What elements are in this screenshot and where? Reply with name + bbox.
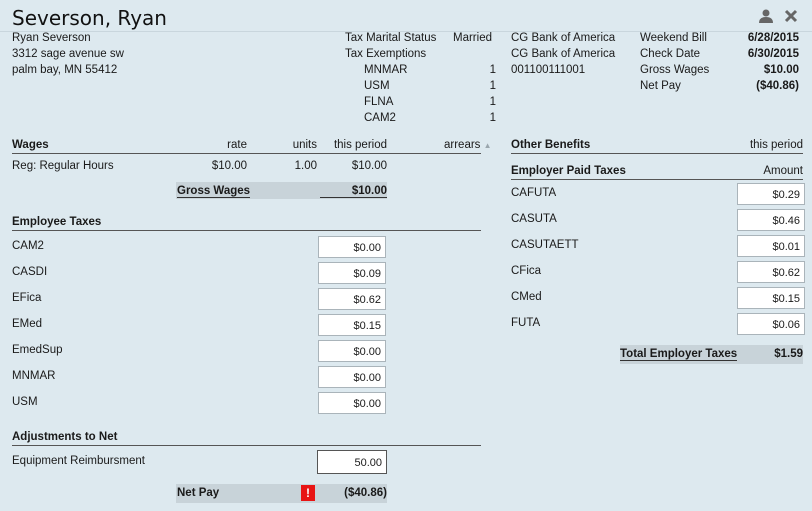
employer-tax-input[interactable]: $0.62 xyxy=(737,261,805,283)
employer-amount-header: Amount xyxy=(763,165,803,177)
other-benefits-title: Other Benefits xyxy=(511,139,591,151)
exemptions-label: Tax Exemptions xyxy=(345,48,427,60)
employee-tax-input[interactable]: $0.00 xyxy=(318,366,386,388)
marital-status-value: Married xyxy=(453,32,492,44)
exemption-value: 1 xyxy=(489,96,496,108)
exemption-value: 1 xyxy=(489,64,496,76)
employee-tax-input[interactable]: $0.00 xyxy=(318,340,386,362)
employee-tax-name: CASDI xyxy=(12,266,48,278)
other-benefits-divider xyxy=(511,153,803,154)
employer-taxes-divider xyxy=(511,179,803,180)
col-rate-header: rate xyxy=(227,139,247,151)
address-line-2: 3312 sage avenue sw xyxy=(12,48,124,60)
summary-value: ($40.86) xyxy=(756,80,799,92)
employee-tax-input[interactable]: $0.09 xyxy=(318,262,386,284)
exemption-name: MNMAR xyxy=(364,64,408,76)
employer-tax-name: CFica xyxy=(511,265,542,277)
address-line-1: Ryan Severson xyxy=(12,32,91,44)
employee-tax-name: MNMAR xyxy=(12,370,56,382)
employer-tax-input[interactable]: $0.29 xyxy=(737,183,805,205)
wage-row-units: 1.00 xyxy=(294,160,317,172)
header-icons xyxy=(758,9,798,23)
employee-tax-input[interactable]: $0.00 xyxy=(318,392,386,414)
marital-status-label: Tax Marital Status xyxy=(345,32,437,44)
employer-taxes-title: Employer Paid Taxes xyxy=(511,165,626,177)
exemption-value: 1 xyxy=(489,80,496,92)
employee-tax-name: CAM2 xyxy=(12,240,44,252)
summary-label: Net Pay xyxy=(640,80,681,92)
employee-tax-input[interactable]: $0.15 xyxy=(318,314,386,336)
exemption-name: FLNA xyxy=(364,96,394,108)
summary-label: Gross Wages xyxy=(640,64,710,76)
employer-tax-name: FUTA xyxy=(511,317,541,329)
employer-tax-name: CMed xyxy=(511,291,542,303)
other-benefits-period-header: this period xyxy=(749,139,803,151)
employee-tax-input[interactable]: $0.62 xyxy=(318,288,386,310)
employee-tax-name: EmedSup xyxy=(12,344,63,356)
employer-total-label: Total Employer Taxes xyxy=(620,348,738,361)
wages-divider xyxy=(12,153,481,154)
bank-line-2: CG Bank of America xyxy=(511,48,616,60)
wage-row-rate: $10.00 xyxy=(211,160,247,172)
close-icon[interactable] xyxy=(784,9,798,23)
employer-tax-name: CASUTAETT xyxy=(511,239,579,251)
net-pay-value: ($40.86) xyxy=(344,487,387,499)
employee-tax-name: EMed xyxy=(12,318,43,330)
gross-wages-value: $10.00 xyxy=(320,185,387,198)
net-pay-label: Net Pay xyxy=(177,487,220,499)
employee-tax-name: EFica xyxy=(12,292,42,304)
wages-title: Wages xyxy=(12,139,49,151)
employee-tax-name: USM xyxy=(12,396,38,408)
employee-taxes-title: Employee Taxes xyxy=(12,216,102,228)
employer-tax-input[interactable]: $0.06 xyxy=(737,313,805,335)
exemption-name: USM xyxy=(364,80,390,92)
employer-tax-input[interactable]: $0.46 xyxy=(737,209,805,231)
col-units-header: units xyxy=(292,139,317,151)
col-period-header: this period xyxy=(333,139,387,151)
col-arrears-label: arrears xyxy=(444,139,481,151)
exemption-value: 1 xyxy=(489,112,496,124)
user-icon[interactable] xyxy=(758,9,774,23)
warning-icon[interactable]: ! xyxy=(301,485,315,501)
exemption-name: CAM2 xyxy=(364,112,396,124)
adjustments-title: Adjustments to Net xyxy=(12,431,118,443)
wage-row-name: Reg: Regular Hours xyxy=(12,160,114,172)
summary-label: Weekend Bill xyxy=(640,32,707,44)
employer-tax-input[interactable]: $0.15 xyxy=(737,287,805,309)
sort-caret-icon: ▲ xyxy=(483,141,492,150)
gross-wages-label: Gross Wages xyxy=(177,185,251,198)
summary-value: $10.00 xyxy=(763,64,799,76)
employee-tax-input[interactable]: $0.00 xyxy=(318,236,386,258)
employee-taxes-divider xyxy=(12,230,481,231)
employer-tax-name: CASUTA xyxy=(511,213,557,225)
address-line-3: palm bay, MN 55412 xyxy=(12,64,118,76)
summary-value: 6/30/2015 xyxy=(747,48,799,60)
adjustment-input[interactable]: 50.00 xyxy=(317,450,387,474)
summary-value: 6/28/2015 xyxy=(747,32,799,44)
wage-row-period: $10.00 xyxy=(351,160,387,172)
summary-label: Check Date xyxy=(640,48,701,60)
bank-account: 001100111001 xyxy=(511,64,586,76)
employer-tax-name: CAFUTA xyxy=(511,187,557,199)
employer-total-value: $1.59 xyxy=(774,348,803,360)
bank-line-1: CG Bank of America xyxy=(511,32,616,44)
adjustment-name: Equipment Reimbursment xyxy=(12,455,145,467)
employer-tax-input[interactable]: $0.01 xyxy=(737,235,805,257)
employee-name: Severson, Ryan xyxy=(12,6,167,30)
adjustments-divider xyxy=(12,445,481,446)
col-arrears-header[interactable]: arrears ▲ xyxy=(444,139,492,151)
